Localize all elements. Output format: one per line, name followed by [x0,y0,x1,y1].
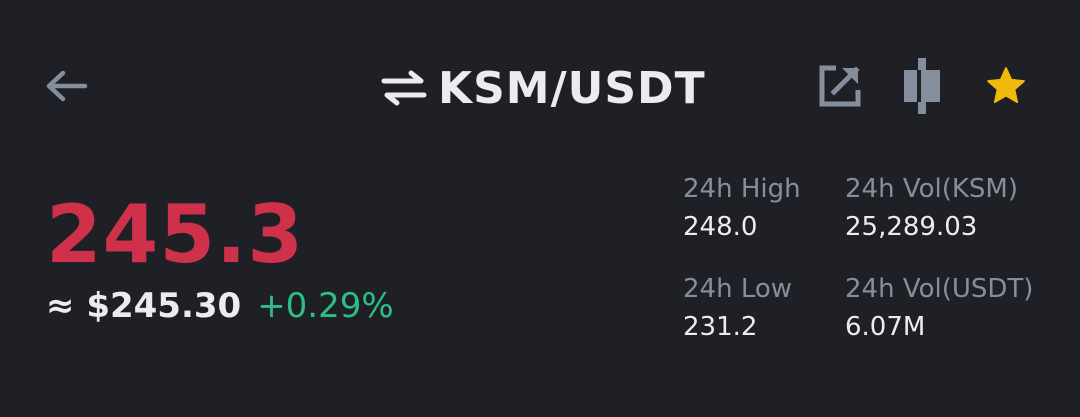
depth-chart-icon [898,58,946,118]
price-summary: 245.3 ≈ $245.30 +0.29% [46,188,394,327]
favorite-button[interactable] [978,60,1034,116]
stat-label: 24h Vol(KSM) [845,174,1018,204]
pair-title: KSM/USDT [438,62,706,114]
stat-24h-vol-quote: 24h Vol(USDT) 6.07M [845,270,1033,346]
market-stats: 24h High 248.0 24h Vol(KSM) 25,289.03 24… [683,170,1063,350]
stat-value: 25,289.03 [845,212,978,242]
price-change-percent: +0.29% [257,286,394,326]
stat-label: 24h Low [683,274,793,304]
star-icon [984,64,1028,112]
stat-24h-low: 24h Low 231.2 [683,270,792,346]
top-bar: KSM/USDT [0,40,1080,136]
back-button[interactable] [40,64,94,112]
arrow-left-icon [45,69,89,107]
share-button[interactable] [812,60,868,116]
stat-value: 231.2 [683,312,758,342]
stat-24h-high: 24h High 248.0 [683,170,801,246]
pair-selector[interactable]: KSM/USDT [380,60,706,116]
swap-arrows-icon [380,68,428,108]
last-price: 245.3 [46,188,305,281]
stat-label: 24h Vol(USDT) [845,274,1034,304]
stat-24h-vol-base: 24h Vol(KSM) 25,289.03 [845,170,1018,246]
share-external-icon [816,62,864,114]
fiat-price: ≈ $245.30 [46,286,242,326]
depth-chart-button[interactable] [894,58,950,118]
stat-label: 24h High [683,174,801,204]
price-subrow: ≈ $245.30 +0.29% [46,286,394,326]
stat-value: 248.0 [683,212,758,242]
stat-value: 6.07M [845,312,926,342]
